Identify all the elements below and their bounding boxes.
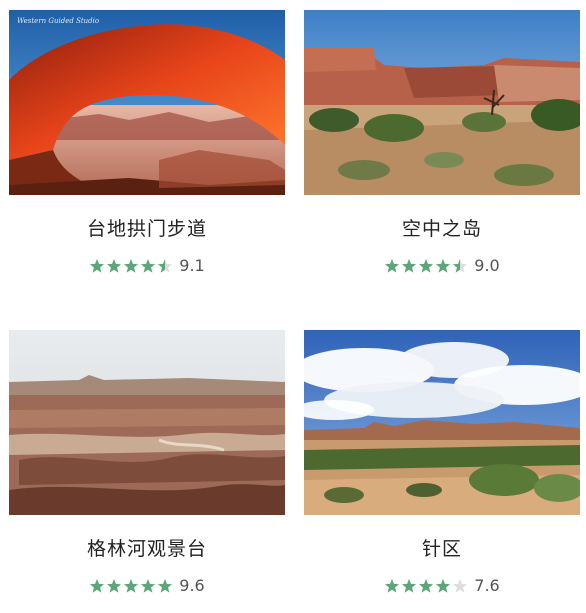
rating-row: 9.0 (304, 256, 580, 275)
star-empty-icon (453, 578, 468, 593)
rating-score: 9.1 (179, 256, 205, 275)
star-filled-icon (385, 578, 400, 593)
rating-score: 9.0 (474, 256, 500, 275)
attraction-title[interactable]: 格林河观景台 (9, 534, 285, 561)
rating-score: 7.6 (474, 576, 500, 595)
star-half-icon (158, 258, 173, 273)
rating-score: 9.6 (179, 576, 205, 595)
star-filled-icon (402, 258, 417, 273)
star-filled-icon (402, 578, 417, 593)
star-rating (384, 578, 468, 594)
star-filled-icon (419, 258, 434, 273)
star-filled-icon (158, 578, 173, 593)
star-filled-icon (419, 578, 434, 593)
star-rating (89, 578, 173, 594)
attraction-title[interactable]: 台地拱门步道 (9, 214, 285, 241)
star-filled-icon (124, 258, 139, 273)
attraction-photo[interactable]: Western Guided Studio (9, 10, 285, 195)
star-filled-icon (90, 258, 105, 273)
star-filled-icon (107, 578, 122, 593)
star-filled-icon (90, 578, 105, 593)
star-filled-icon (124, 578, 139, 593)
star-filled-icon (385, 258, 400, 273)
photo-watermark: Western Guided Studio (17, 17, 100, 25)
rating-row: 9.1 (9, 256, 285, 275)
star-filled-icon (141, 258, 156, 273)
star-rating (89, 258, 173, 274)
star-filled-icon (107, 258, 122, 273)
star-half-icon (453, 258, 468, 273)
attraction-title[interactable]: 针区 (304, 534, 580, 561)
rating-row: 9.6 (9, 576, 285, 595)
star-filled-icon (436, 258, 451, 273)
attraction-photo[interactable] (304, 10, 580, 195)
attraction-title[interactable]: 空中之岛 (304, 214, 580, 241)
attraction-photo[interactable] (304, 330, 580, 515)
star-rating (384, 258, 468, 274)
star-filled-icon (436, 578, 451, 593)
star-filled-icon (141, 578, 156, 593)
rating-row: 7.6 (304, 576, 580, 595)
attraction-photo[interactable] (9, 330, 285, 515)
